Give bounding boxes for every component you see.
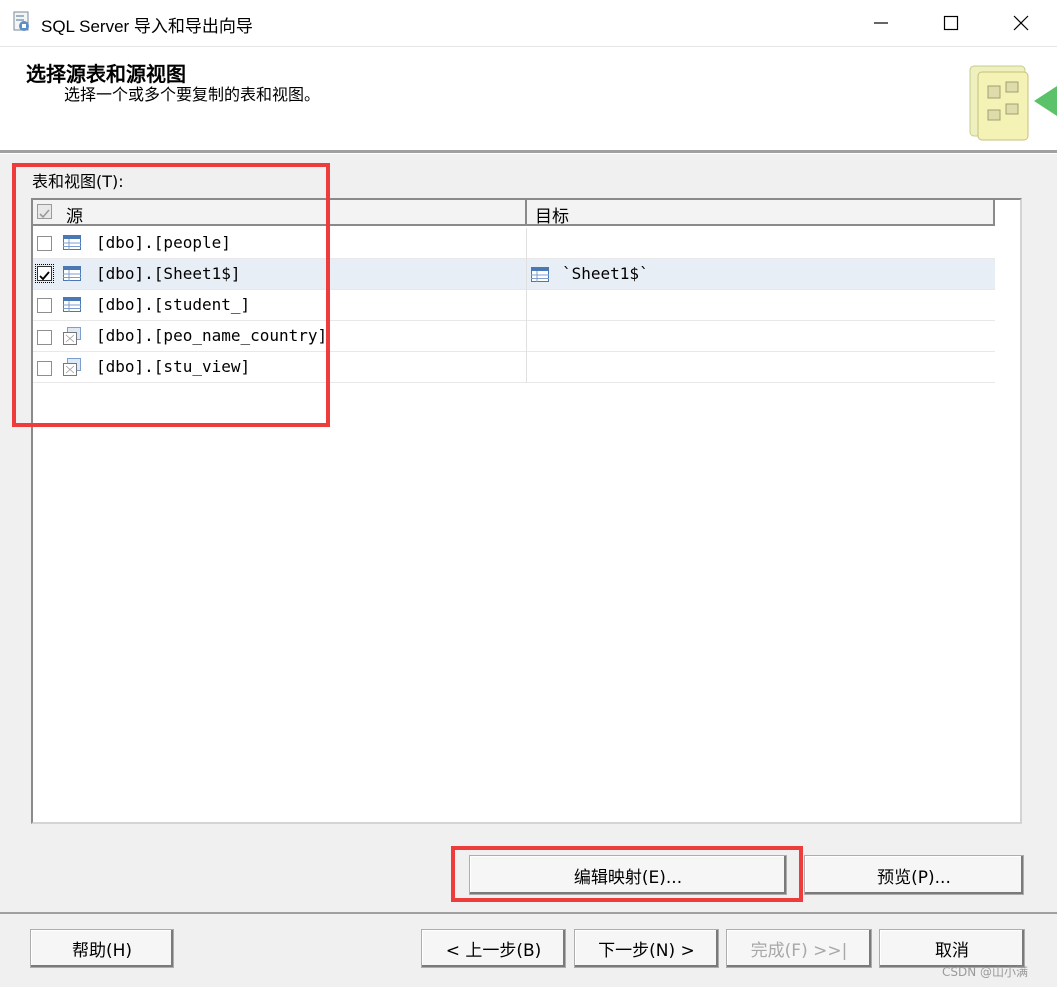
maximize-icon	[943, 15, 959, 31]
highlight-box	[12, 163, 330, 427]
maximize-button[interactable]	[916, 0, 986, 46]
window-title: SQL Server 导入和导出向导	[41, 17, 253, 36]
column-header-destination[interactable]: 目标	[527, 200, 995, 227]
table-icon	[531, 267, 549, 282]
watermark: CSDN @山小满	[942, 965, 1029, 979]
close-button[interactable]	[986, 0, 1056, 46]
preview-button[interactable]: 预览(P)...	[804, 855, 1024, 895]
back-button[interactable]: < 上一步(B)	[421, 929, 566, 968]
row-destination-name[interactable]: `Sheet1$`	[562, 264, 649, 283]
next-button[interactable]: 下一步(N) >	[574, 929, 719, 968]
highlight-box	[451, 846, 803, 902]
help-button[interactable]: 帮助(H)	[30, 929, 174, 968]
column-divider	[526, 228, 527, 383]
minimize-icon	[874, 22, 888, 24]
finish-button[interactable]: 完成(F) >>|	[726, 929, 872, 968]
column-header-destination-label: 目标	[535, 207, 569, 227]
wizard-graphic-icon	[969, 65, 1057, 141]
close-icon	[1013, 15, 1029, 31]
minimize-button[interactable]	[846, 0, 916, 46]
page-subtitle: 选择一个或多个要复制的表和视图。	[64, 85, 321, 104]
wizard-app-icon	[13, 11, 29, 31]
